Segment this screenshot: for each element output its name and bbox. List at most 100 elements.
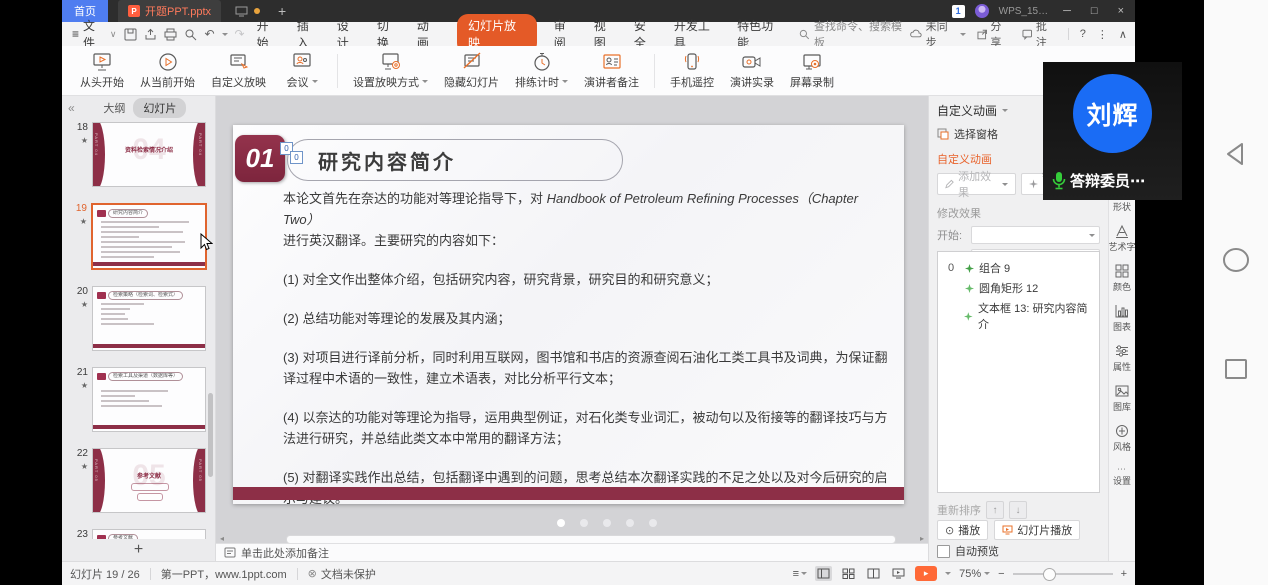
view-sorter-button[interactable] [840,566,857,581]
slide-thumbnail-23[interactable]: 参考文献 [92,529,206,539]
notification-badge[interactable]: 1 [952,5,965,18]
mini-badge [97,292,106,299]
close-button[interactable]: × [1113,5,1129,17]
slide-thumbnail-18[interactable]: PART 04 PART 04 04 资料检索情况介绍 [92,122,206,187]
scroll-left-arrow[interactable]: ◂ [220,534,224,543]
notes-bar[interactable]: 单击此处添加备注 [216,543,928,561]
start-dropdown[interactable] [971,226,1100,244]
collapse-panel-button[interactable]: « [68,101,75,115]
slide-thumbnail-22[interactable]: PART 05 PART 05 05 参考文献 [92,448,206,513]
divider [1068,28,1069,40]
item-1: (1) 对全文作出整体介绍，包括研究内容，研究背景，研究目的和研究意义； [283,269,895,290]
zoom-slider[interactable] [1013,573,1113,575]
thumbnail-row-23: 23 参考文献 [62,529,207,539]
collapse-ribbon-button[interactable]: ∧ [1119,28,1127,41]
scroll-right-arrow[interactable]: ▸ [920,534,924,543]
animation-order-tag[interactable]: 0 [290,151,303,164]
view-normal-button[interactable] [815,566,832,581]
undo-caret-icon[interactable] [222,33,228,36]
effect-star-icon [965,284,974,293]
animation-item-roundrect12[interactable]: 圆角矩形 12 [938,278,1099,298]
nav-home-button[interactable] [1221,245,1251,275]
account-name[interactable]: WPS_15… [999,6,1048,17]
tool-properties[interactable]: 属性 [1113,344,1131,384]
slideshow-play-button[interactable]: ▸ [915,566,937,581]
wps-window: 首页 P 开题PPT.pptx + 1 WPS_15… ─ □ × ≡ 文件 ∨ [62,0,1135,585]
notes-toggle[interactable]: ≡ [793,568,807,580]
microphone-icon [1051,171,1067,190]
thumbnail-title: 检索工具及渠道（数据库等） [108,372,183,381]
account-avatar[interactable] [975,4,989,18]
slide-body-text[interactable]: 本论文首先在奈达的功能对等理论指导下，对 Handbook of Petrole… [283,188,895,527]
export-icon[interactable] [144,28,157,41]
rehearse-timing-button[interactable]: 排练计时 [509,50,574,92]
view-show-button[interactable] [890,566,907,581]
zoom-level[interactable]: 75% [959,568,990,580]
redo-icon[interactable]: ↷ [235,27,245,41]
tool-style[interactable]: 风格 [1113,424,1131,464]
add-slide-button[interactable]: + [62,539,215,561]
help-button[interactable]: ? [1080,28,1086,40]
horizontal-scrollbar[interactable]: ◂ ▸ [220,534,924,543]
lecture-record-button[interactable]: 演讲实录 [724,50,780,92]
tab-document[interactable]: P 开题PPT.pptx [118,0,221,22]
play-from-start-button[interactable]: 从头开始 [74,50,130,92]
print-preview-icon[interactable] [184,28,197,41]
slide-thumbnail-19-selected[interactable]: 研究内容简介 [91,203,207,270]
android-nav-bar [1204,0,1268,585]
undo-icon[interactable]: ↶ [204,27,214,41]
move-down-button[interactable]: ↓ [1009,501,1027,519]
zoom-slider-knob[interactable] [1043,568,1056,581]
view-reading-button[interactable] [865,566,882,581]
animation-item-textbox13[interactable]: 文本框 13: 研究内容简介 [938,298,1099,334]
chart-icon [1115,304,1129,318]
protection-status[interactable]: ⊗ 文档未保护 [308,566,376,582]
screen-record-button[interactable]: 屏幕录制 [784,50,840,92]
meeting-button[interactable]: 会议 [276,50,328,92]
tab-slides[interactable]: 幻灯片 [133,98,186,118]
meeting-video-overlay[interactable]: 刘辉 答辩委员⋯ [1043,62,1182,200]
slide-thumbnail-20[interactable]: 检索策略（检索词、检索式） [92,286,206,351]
play-from-current-button[interactable]: 从当前开始 [134,50,201,92]
zoom-in-button[interactable]: + [1121,568,1127,580]
setup-show-button[interactable]: 设置放映方式 [347,50,434,92]
add-effect-button[interactable]: 添加效果 [937,173,1016,195]
custom-show-button[interactable]: 自定义放映 [205,50,272,92]
tool-gallery[interactable]: 图库 [1113,384,1131,424]
list-icon: ≡ [793,568,799,580]
animation-item-group9[interactable]: 0 组合 9 [938,258,1099,278]
tool-wordart[interactable]: 艺术字 [1109,224,1136,264]
tool-settings[interactable]: ⋯ 设置 [1113,466,1131,506]
speaker-notes-button[interactable]: 演讲者备注 [578,50,645,92]
play-button[interactable]: ⊙ 播放 [937,520,988,540]
maximize-button[interactable]: □ [1086,5,1103,17]
tool-colors[interactable]: 颜色 [1113,264,1131,304]
nav-recents-button[interactable] [1224,358,1248,380]
slide-thumbnail-21[interactable]: 检索工具及渠道（数据库等） [92,367,206,432]
caret-icon[interactable] [945,572,951,575]
slide-19-canvas[interactable]: 01 0 0 研究内容简介 本论文首先在奈达的功能对等理论指导下，对 Handb… [233,125,904,504]
slide-title-box[interactable]: 研究内容简介 [287,139,623,181]
minimize-button[interactable]: ─ [1058,5,1076,17]
save-icon[interactable] [124,28,137,41]
scrollbar-thumb[interactable] [286,535,896,543]
nav-back-button[interactable] [1223,141,1249,167]
editing-canvas[interactable]: 01 0 0 研究内容简介 本论文首先在奈达的功能对等理论指导下，对 Handb… [216,96,928,543]
slide-number: 20 [77,286,88,297]
more-dots-icon: ⋯ [1117,466,1127,472]
slideshow-play-button[interactable]: 幻灯片播放 [994,520,1080,540]
divider [654,54,655,88]
zoom-out-button[interactable]: − [998,568,1004,580]
auto-preview-option[interactable]: 自动预览 [937,543,999,559]
print-icon[interactable] [164,28,177,41]
thumbnail-scrollbar[interactable] [208,393,213,477]
presenter-display-icon[interactable] [235,6,248,17]
slide-number-badge[interactable]: 01 [235,135,285,182]
hide-slide-button[interactable]: 隐藏幻灯片 [438,50,505,92]
tab-outline[interactable]: 大纲 [103,100,125,116]
move-up-button[interactable]: ↑ [986,501,1004,519]
auto-preview-checkbox[interactable] [937,545,950,558]
more-menu-button[interactable]: ⋮ [1097,28,1108,41]
tool-charts[interactable]: 图表 [1113,304,1131,344]
phone-remote-button[interactable]: 手机遥控 [664,50,720,92]
